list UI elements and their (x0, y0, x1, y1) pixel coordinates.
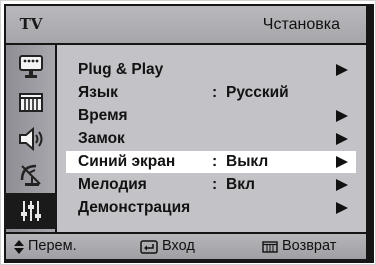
arrow-right-icon (336, 110, 348, 122)
move-hint-label: Перем. (28, 238, 77, 254)
menu-item-language[interactable]: Язык : Русский (66, 82, 356, 104)
menu-item-colon: : (212, 153, 218, 170)
menu-item-value: Вкл (226, 176, 255, 193)
menu-item-label: Язык (78, 84, 118, 101)
menu-grid-icon (262, 240, 278, 253)
menu-item-blue-screen[interactable]: Синий экран : Выкл (66, 151, 356, 173)
help-bar: Перем. Вход Возврат (6, 234, 366, 259)
menu-item-colon: : (212, 84, 218, 101)
return-hint: Возврат (262, 234, 336, 259)
return-hint-label: Возврат (282, 238, 337, 254)
menu-item-plug-and-play[interactable]: Plug & Play (66, 59, 356, 81)
tv-screen: TV Чстановка Plug & Play Язык: Русский … (0, 0, 376, 265)
menu-item-value: Выкл (226, 153, 269, 170)
menu-item-label: Синий экран (78, 153, 176, 170)
menu-item-time[interactable]: Время (66, 105, 356, 127)
menu-item-melody[interactable]: Мелодия : Вкл (66, 174, 356, 196)
menu-item-label: Мелодия (78, 176, 147, 193)
menu-item-demo[interactable]: Демонстрация (66, 197, 356, 219)
menu-item-value: Русский (226, 84, 289, 101)
menu-item-label: Время (78, 107, 128, 124)
menu-item-label: Замок (78, 130, 125, 147)
source-label: TV (19, 15, 43, 33)
arrow-right-icon (336, 133, 348, 145)
menu-item-label: Демонстрация (78, 199, 191, 216)
settings-sliders-icon[interactable] (4, 193, 57, 229)
arrow-right-icon (336, 64, 348, 76)
enter-hint-label: Вход (162, 238, 195, 254)
up-down-arrows-icon (14, 239, 24, 254)
menu-item-label: Plug & Play (78, 61, 164, 78)
category-sidebar (4, 45, 57, 232)
arrow-right-icon (336, 179, 348, 191)
arrow-right-icon (336, 156, 348, 168)
move-hint: Перем. (14, 234, 77, 259)
antenna-dish-icon[interactable] (6, 157, 55, 193)
enter-icon (140, 239, 158, 254)
speaker-icon[interactable] (6, 121, 55, 157)
arrow-right-icon (336, 202, 348, 214)
picture-icon[interactable] (6, 49, 55, 85)
enter-hint: Вход (140, 234, 195, 259)
menu-item-colon: : (212, 176, 218, 193)
sound-icon-grid[interactable] (6, 85, 55, 121)
menu-panel: Plug & Play Язык : Русский Время Замок С… (57, 45, 366, 232)
menu-item-lock[interactable]: Замок (66, 128, 356, 150)
menu-title: Чстановка (262, 16, 340, 33)
title-bar: TV Чстановка (6, 6, 366, 43)
